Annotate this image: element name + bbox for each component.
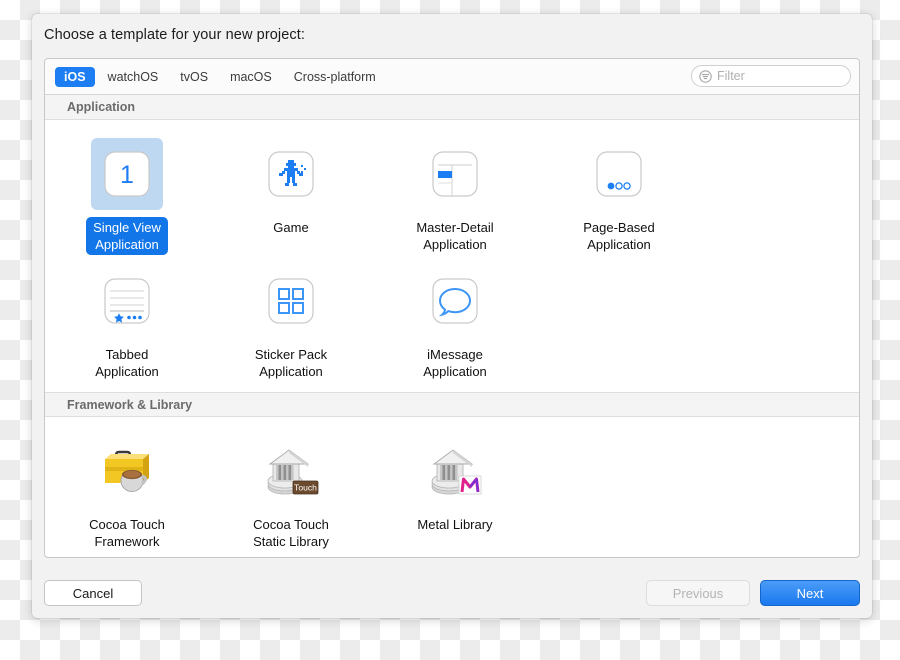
platform-tab-tvos[interactable]: tvOS <box>171 67 217 87</box>
template-label-line1: Cocoa Touch <box>89 517 165 532</box>
page-title: Choose a template for your new project: <box>44 27 306 43</box>
svg-text:1: 1 <box>120 161 134 189</box>
template-item-metal-library[interactable]: Metal Library <box>373 425 537 552</box>
template-item-game[interactable]: Game <box>209 128 373 255</box>
cancel-button[interactable]: Cancel <box>44 580 142 606</box>
svg-text:Touch: Touch <box>294 483 317 493</box>
template-label-cocoa-touch-static-library: Cocoa Touch Static Library <box>246 514 336 552</box>
template-label-line2: Application <box>423 237 487 252</box>
imessage-icon <box>419 265 491 337</box>
template-label-line1: iMessage <box>427 347 483 362</box>
template-item-page-based-application[interactable]: Page-Based Application <box>537 128 701 255</box>
template-label-line1: Master-Detail <box>416 220 494 235</box>
cocoa-touch-static-library-icon: Touch <box>255 435 327 507</box>
template-item-tabbed-application[interactable]: Tabbed Application <box>45 255 209 382</box>
tabbed-icon <box>91 265 163 337</box>
platform-tab-cross-platform[interactable]: Cross-platform <box>285 67 385 87</box>
platform-tab-list: iOS watchOS tvOS macOS Cross-platform <box>55 66 389 87</box>
section-header-framework-library: Framework & Library <box>45 392 859 417</box>
template-label-imessage-application: iMessage Application <box>416 344 494 382</box>
template-label-single-view-application: Single View Application <box>86 217 168 255</box>
platform-tab-watchos[interactable]: watchOS <box>99 67 168 87</box>
template-label-metal-library: Metal Library <box>410 514 499 535</box>
template-label-cocoa-touch-framework: Cocoa Touch Framework <box>82 514 172 552</box>
platform-tab-macos[interactable]: macOS <box>221 67 281 87</box>
template-label-line1: Page-Based <box>583 220 655 235</box>
template-label-line2: Framework <box>94 534 160 549</box>
template-grid: 1 Single View Application Game Master-Detail… <box>45 120 859 392</box>
template-label-tabbed-application: Tabbed Application <box>88 344 166 382</box>
filter-placeholder: Filter <box>717 69 745 83</box>
template-label-game: Game <box>266 217 315 238</box>
previous-button[interactable]: Previous <box>646 580 750 606</box>
template-label-line2: Application <box>95 237 159 252</box>
template-label-page-based-application: Page-Based Application <box>576 217 662 255</box>
template-grid: Cocoa Touch Framework Touch Cocoa Touch Stat… <box>45 417 859 557</box>
section-header-application: Application <box>45 95 859 120</box>
cocoa-touch-framework-icon <box>91 435 163 507</box>
template-item-cocoa-touch-framework[interactable]: Cocoa Touch Framework <box>45 425 209 552</box>
template-label-line1: Tabbed <box>105 347 149 362</box>
template-label-line1: Metal Library <box>417 517 493 532</box>
template-label-line1: Cocoa Touch <box>253 517 329 532</box>
filter-field[interactable]: Filter <box>691 65 851 87</box>
next-button[interactable]: Next <box>760 580 860 606</box>
template-label-line1: Sticker Pack <box>254 347 328 362</box>
new-project-template-dialog: Choose a template for your new project: … <box>32 14 872 618</box>
platform-tab-ios[interactable]: iOS <box>55 66 95 87</box>
template-label-line1: Single View <box>93 220 161 235</box>
metal-library-icon <box>419 435 491 507</box>
template-label-line2: Static Library <box>253 534 329 549</box>
template-item-imessage-application[interactable]: iMessage Application <box>373 255 537 382</box>
template-label-master-detail-application: Master-Detail Application <box>409 217 500 255</box>
template-label-line1: Game <box>273 220 309 235</box>
template-chooser-panel: iOS watchOS tvOS macOS Cross-platform Filter… <box>44 58 860 558</box>
template-item-master-detail-application[interactable]: Master-Detail Application <box>373 128 537 255</box>
game-robot-icon <box>255 138 327 210</box>
sticker-pack-icon <box>255 265 327 337</box>
template-sections: Application 1 Single View Application Game Ma… <box>45 95 859 557</box>
template-label-line2: Application <box>423 364 487 379</box>
template-item-sticker-pack-application[interactable]: Sticker Pack Application <box>209 255 373 382</box>
template-item-cocoa-touch-static-library[interactable]: Touch Cocoa Touch Static Library <box>209 425 373 552</box>
template-label-line2: Application <box>95 364 159 379</box>
template-item-single-view-application[interactable]: 1 Single View Application <box>45 128 209 255</box>
filter-icon <box>699 69 712 83</box>
dialog-footer: Cancel Previous Next <box>44 580 860 606</box>
master-detail-icon <box>419 138 491 210</box>
template-label-line2: Application <box>259 364 323 379</box>
single-view-icon: 1 <box>91 138 163 210</box>
template-label-line2: Application <box>587 237 651 252</box>
template-label-sticker-pack-application: Sticker Pack Application <box>248 344 334 382</box>
platform-toolbar: iOS watchOS tvOS macOS Cross-platform Filter <box>45 59 859 95</box>
page-based-icon <box>583 138 655 210</box>
